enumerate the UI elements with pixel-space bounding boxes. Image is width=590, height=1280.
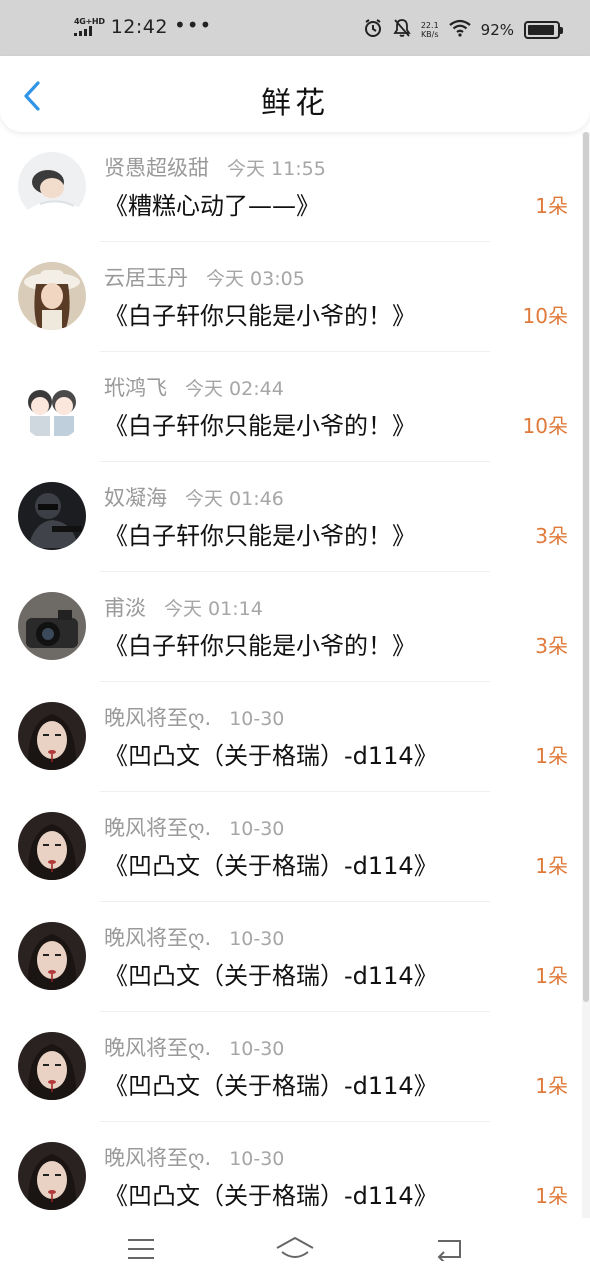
work-title: 《凹凸文（关于格瑞）-d114》 xyxy=(104,1072,438,1100)
list-item[interactable]: 晚风将至ღ. 10-30 《凹凸文（关于格瑞）-d114》 1朵 xyxy=(0,682,590,792)
list-item[interactable]: 晚风将至ღ. 10-30 《凹凸文（关于格瑞）-d114》 1朵 xyxy=(0,1012,590,1122)
item-time: 10-30 xyxy=(229,1038,285,1060)
status-time: 12:42 xyxy=(110,16,168,38)
network-speed: 22.1 KB/s xyxy=(421,21,439,39)
list-item[interactable]: 玳鸿飞 今天 02:44 《白子轩你只能是小爷的！》 10朵 xyxy=(0,352,590,462)
item-meta: 晚风将至ღ. 10-30 xyxy=(104,1142,284,1172)
speed-unit: KB/s xyxy=(420,30,439,39)
avatar[interactable] xyxy=(18,482,86,550)
home-button[interactable] xyxy=(273,1231,317,1267)
flower-count: 1朵 xyxy=(535,1074,568,1098)
avatar[interactable] xyxy=(18,592,86,660)
item-meta: 晚风将至ღ. 10-30 xyxy=(104,702,284,732)
sender-name: 玳鸿飞 xyxy=(104,376,167,400)
sender-name: 贤愚超级甜 xyxy=(104,156,209,180)
battery-percent: 92% xyxy=(480,21,514,39)
speed-value: 22.1 xyxy=(420,21,439,30)
battery-icon xyxy=(524,21,563,39)
item-meta: 晚风将至ღ. 10-30 xyxy=(104,812,284,842)
item-time: 10-30 xyxy=(229,708,285,730)
work-title: 《白子轩你只能是小爷的！》 xyxy=(104,632,416,660)
item-meta: 奴凝海 今天 01:46 xyxy=(104,482,284,512)
work-title: 《凹凸文（关于格瑞）-d114》 xyxy=(104,852,438,880)
item-meta: 晚风将至ღ. 10-30 xyxy=(104,1032,284,1062)
sender-name: 奴凝海 xyxy=(104,486,167,510)
sender-name: 晚风将至ღ. xyxy=(104,1036,212,1060)
list-item[interactable]: 晚风将至ღ. 10-30 《凹凸文（关于格瑞）-d114》 1朵 xyxy=(0,1122,590,1218)
list-item[interactable]: 云居玉丹 今天 03:05 《白子轩你只能是小爷的！》 10朵 xyxy=(0,242,590,352)
network-label: 4G+HD xyxy=(74,17,105,26)
list-item[interactable]: 奴凝海 今天 01:46 《白子轩你只能是小爷的！》 3朵 xyxy=(0,462,590,572)
avatar[interactable] xyxy=(18,372,86,440)
item-meta: 云居玉丹 今天 03:05 xyxy=(104,262,305,292)
sender-name: 甫淡 xyxy=(104,596,146,620)
flower-count: 1朵 xyxy=(535,744,568,768)
work-title: 《白子轩你只能是小爷的！》 xyxy=(104,302,416,330)
sender-name: 晚风将至ღ. xyxy=(104,1146,212,1170)
item-time: 今天 03:05 xyxy=(206,268,305,290)
flower-count: 1朵 xyxy=(535,1184,568,1208)
item-time: 10-30 xyxy=(229,928,285,950)
work-title: 《白子轩你只能是小爷的！》 xyxy=(104,412,416,440)
status-left: 4G+HD 12:42 ••• xyxy=(74,13,213,38)
flower-count: 1朵 xyxy=(535,194,568,218)
status-bar: 4G+HD 12:42 ••• 22.1 KB/s 92% xyxy=(0,0,590,56)
signal-icon xyxy=(74,26,92,36)
item-time: 今天 02:44 xyxy=(185,378,284,400)
work-title: 《白子轩你只能是小爷的！》 xyxy=(104,522,416,550)
system-nav-bar xyxy=(0,1218,590,1280)
avatar[interactable] xyxy=(18,922,86,990)
flower-count: 1朵 xyxy=(535,854,568,878)
work-title: 《凹凸文（关于格瑞）-d114》 xyxy=(104,962,438,990)
flower-count: 10朵 xyxy=(522,414,568,438)
flower-count: 3朵 xyxy=(535,524,568,548)
avatar[interactable] xyxy=(18,1032,86,1100)
sender-name: 晚风将至ღ. xyxy=(104,816,212,840)
avatar[interactable] xyxy=(18,812,86,880)
flower-count: 1朵 xyxy=(535,964,568,988)
item-meta: 贤愚超级甜 今天 11:55 xyxy=(104,152,326,182)
item-time: 今天 11:55 xyxy=(227,158,326,180)
back-nav-button[interactable] xyxy=(427,1231,471,1267)
header: 鲜花 xyxy=(0,56,590,132)
item-time: 10-30 xyxy=(229,818,285,840)
flower-count: 3朵 xyxy=(535,634,568,658)
wifi-icon xyxy=(448,19,471,41)
avatar[interactable] xyxy=(18,152,86,220)
flower-list[interactable]: 贤愚超级甜 今天 11:55 《糟糕心动了——》 1朵 云居玉丹 今天 03:0… xyxy=(0,132,590,1218)
home-icon xyxy=(276,1237,314,1258)
item-meta: 玳鸿飞 今天 02:44 xyxy=(104,372,284,402)
list-item[interactable]: 贤愚超级甜 今天 11:55 《糟糕心动了——》 1朵 xyxy=(0,132,590,242)
work-title: 《凹凸文（关于格瑞）-d114》 xyxy=(104,1182,438,1210)
network-indicator: 4G+HD xyxy=(74,18,105,36)
status-right: 22.1 KB/s 92% xyxy=(363,18,563,42)
mute-icon xyxy=(393,18,411,42)
item-meta: 甫淡 今天 01:14 xyxy=(104,592,263,622)
work-title: 《糟糕心动了——》 xyxy=(104,192,320,220)
avatar[interactable] xyxy=(18,1142,86,1210)
work-title: 《凹凸文（关于格瑞）-d114》 xyxy=(104,742,438,770)
avatar[interactable] xyxy=(18,262,86,330)
item-time: 今天 01:14 xyxy=(164,598,263,620)
back-icon xyxy=(437,1240,461,1261)
menu-button[interactable] xyxy=(119,1231,163,1267)
sender-name: 晚风将至ღ. xyxy=(104,706,212,730)
flower-count: 10朵 xyxy=(522,304,568,328)
list-item[interactable]: 甫淡 今天 01:14 《白子轩你只能是小爷的！》 3朵 xyxy=(0,572,590,682)
item-time: 10-30 xyxy=(229,1148,285,1170)
sender-name: 云居玉丹 xyxy=(104,266,188,290)
list-item[interactable]: 晚风将至ღ. 10-30 《凹凸文（关于格瑞）-d114》 1朵 xyxy=(0,902,590,1012)
list-item[interactable]: 晚风将至ღ. 10-30 《凹凸文（关于格瑞）-d114》 1朵 xyxy=(0,792,590,902)
avatar[interactable] xyxy=(18,702,86,770)
alarm-icon xyxy=(363,18,383,42)
page-title: 鲜花 xyxy=(261,86,329,121)
more-notifications-icon: ••• xyxy=(173,13,213,37)
menu-icon xyxy=(128,1239,154,1259)
item-meta: 晚风将至ღ. 10-30 xyxy=(104,922,284,952)
battery-level xyxy=(528,25,554,35)
sender-name: 晚风将至ღ. xyxy=(104,926,212,950)
item-time: 今天 01:46 xyxy=(185,488,284,510)
